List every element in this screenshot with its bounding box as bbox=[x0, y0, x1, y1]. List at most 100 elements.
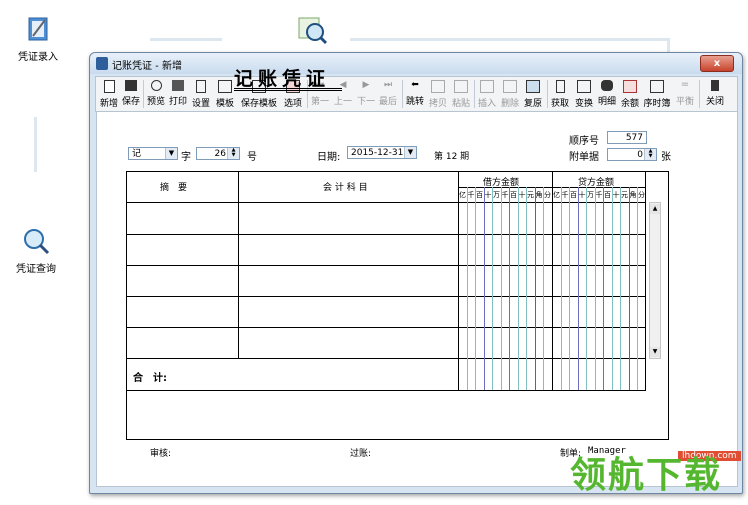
voucher-entry-grid bbox=[126, 171, 669, 440]
magnifier-sheet-icon bbox=[295, 12, 328, 45]
template-button[interactable]: 模板 bbox=[214, 77, 236, 111]
digit-column-line bbox=[500, 187, 502, 390]
fetch-button[interactable]: 获取 bbox=[549, 77, 571, 111]
save-icon bbox=[125, 80, 137, 91]
watermark-text: 领航下载 bbox=[570, 455, 723, 496]
window-title: 记账凭证 - 新增 bbox=[112, 61, 182, 72]
voucher-query-shortcut[interactable]: 凭证查询 bbox=[6, 226, 66, 275]
digit-column-line bbox=[637, 187, 638, 390]
grid-line bbox=[126, 265, 646, 266]
grid-line bbox=[126, 358, 646, 359]
scroll-up-icon[interactable]: ▲ bbox=[650, 204, 660, 214]
digit-column-line bbox=[594, 187, 596, 390]
digit-column-line bbox=[534, 187, 536, 390]
jump-button[interactable]: ⬅ 跳转 bbox=[404, 77, 426, 111]
voucher-entry-shortcut[interactable]: 凭证录入 bbox=[8, 14, 68, 63]
digit-column-line bbox=[569, 187, 570, 390]
print-button[interactable]: 打印 bbox=[168, 77, 188, 111]
spinner-arrows-icon: ▲ ▼ bbox=[644, 149, 656, 160]
delete-row-icon bbox=[503, 80, 517, 93]
sequence-number-field[interactable]: 577 bbox=[607, 131, 647, 144]
next-button[interactable]: ▶ 下一 bbox=[355, 77, 377, 111]
digit-column-line bbox=[526, 187, 527, 390]
close-button[interactable]: 关闭 bbox=[702, 77, 728, 111]
digit-column-line bbox=[492, 187, 493, 390]
equals-icon: = bbox=[680, 79, 690, 90]
next-record-icon: ▶ bbox=[362, 80, 370, 90]
last-record-icon: ⏭ bbox=[383, 80, 393, 90]
voucher-type-select[interactable]: 记 ▼ bbox=[128, 147, 178, 160]
grid-scrollbar[interactable]: ▲ ▼ bbox=[649, 202, 661, 359]
copy-icon bbox=[431, 80, 445, 93]
total-label: 合 计: bbox=[133, 373, 167, 384]
summary-header: 摘 要 bbox=[160, 183, 188, 193]
voucher-query-icon bbox=[21, 226, 51, 256]
grid-line bbox=[552, 171, 553, 390]
detail-button[interactable]: 明细 bbox=[596, 77, 618, 111]
journal-button[interactable]: 序时簿 bbox=[642, 77, 672, 111]
grid-line bbox=[126, 234, 646, 235]
restore-button[interactable]: 复原 bbox=[522, 77, 544, 111]
paste-button[interactable]: 粘贴 bbox=[450, 77, 472, 111]
digit-column-line bbox=[628, 187, 630, 390]
toolbar-separator bbox=[402, 80, 403, 108]
toolbar-separator bbox=[547, 80, 548, 108]
hao-label: 号 bbox=[247, 152, 257, 163]
digit-unit-label: 分 bbox=[544, 191, 551, 199]
attachment-label: 附单据 bbox=[569, 152, 599, 163]
digit-column-line bbox=[543, 187, 544, 390]
date-label: 日期: bbox=[317, 152, 341, 163]
digit-column-line bbox=[475, 187, 476, 390]
spinner-arrows-icon: ▲ ▼ bbox=[227, 148, 239, 159]
voucher-review-shortcut[interactable] bbox=[280, 12, 340, 45]
swap-button[interactable]: 变换 bbox=[573, 77, 595, 111]
account-header: 会 计 科 目 bbox=[323, 183, 368, 193]
voucher-entry-label: 凭证录入 bbox=[18, 52, 58, 63]
balance-button[interactable]: 余额 bbox=[619, 77, 641, 111]
balance-grid-icon bbox=[623, 80, 637, 93]
grid-line bbox=[458, 171, 459, 390]
zi-label: 字 bbox=[181, 152, 191, 163]
date-picker[interactable]: 2015-12-31 ▼ bbox=[347, 146, 417, 159]
prev-button[interactable]: ◀ 上一 bbox=[332, 77, 354, 111]
level-button[interactable]: = 平衡 bbox=[674, 77, 696, 111]
voucher-entry-icon bbox=[23, 14, 53, 44]
new-button[interactable]: 新增 bbox=[98, 77, 120, 111]
digit-unit-label: 分 bbox=[638, 191, 645, 199]
flow-arrow bbox=[150, 38, 222, 41]
restore-icon bbox=[526, 80, 540, 93]
exit-door-icon bbox=[711, 80, 719, 91]
copy-button[interactable]: 拷贝 bbox=[427, 77, 449, 111]
fetch-icon bbox=[555, 80, 565, 93]
close-window-button[interactable]: x bbox=[700, 55, 734, 72]
delete-button[interactable]: 删除 bbox=[499, 77, 521, 111]
preview-button[interactable]: 预览 bbox=[146, 77, 166, 111]
voucher-number-spinner[interactable]: 26 ▲ ▼ bbox=[196, 147, 240, 160]
insert-button[interactable]: 插入 bbox=[476, 77, 498, 111]
grid-line bbox=[126, 390, 646, 391]
scroll-down-icon[interactable]: ▼ bbox=[650, 347, 660, 357]
chevron-down-icon: ▼ bbox=[404, 147, 416, 158]
toolbar-separator bbox=[699, 80, 700, 108]
toolbar-separator bbox=[474, 80, 475, 108]
attachment-count-spinner[interactable]: 0 ▲ ▼ bbox=[607, 148, 657, 161]
settings-icon bbox=[196, 80, 206, 93]
grid-line bbox=[645, 171, 646, 390]
digit-column-line bbox=[603, 187, 604, 390]
digit-column-line bbox=[483, 187, 485, 390]
window-titlebar[interactable]: 记账凭证 - 新增 x bbox=[90, 53, 742, 74]
save-button[interactable]: 保存 bbox=[121, 77, 141, 111]
swap-icon bbox=[577, 80, 591, 93]
grid-line bbox=[126, 202, 646, 203]
digit-column-line bbox=[466, 187, 468, 390]
settings-button[interactable]: 设置 bbox=[190, 77, 212, 111]
preview-icon bbox=[150, 80, 162, 91]
toolbar-separator bbox=[143, 80, 144, 108]
voucher-title: 记账凭证 bbox=[234, 68, 331, 90]
template-icon bbox=[218, 80, 232, 93]
post-label: 过账: bbox=[350, 449, 372, 459]
last-button[interactable]: ⏭ 最后 bbox=[377, 77, 399, 111]
digit-column-line bbox=[509, 187, 510, 390]
digit-column-line bbox=[620, 187, 621, 390]
app-icon bbox=[96, 57, 108, 70]
